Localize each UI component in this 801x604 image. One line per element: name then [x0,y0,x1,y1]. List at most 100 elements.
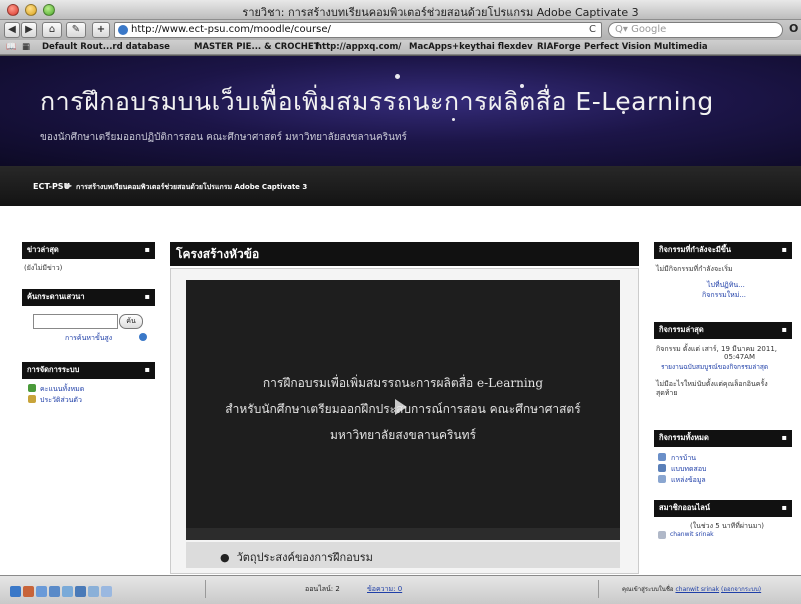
login-info: คุณเข้าสู่ระบบในชื่อ chanwit srinak (ออก… [622,584,761,594]
site-banner: การฝึกอบรมบนเว็บเพื่อเพิ่มสมรรถนะการผลิต… [0,56,801,166]
window-titlebar: รายวิชา: การสร้างบทเรียนคอมพิวเตอร์ช่วยส… [0,0,801,20]
recent-since-text: กิจกรรม ตั้งแต่ เสาร์, 19 มีนาคม 2011, [656,345,778,353]
advanced-search-link[interactable]: การค้นหาขั้นสูง [65,333,112,344]
banner-subtitle: ของนักศึกษาเตรียมออกปฏิบัติการสอน คณะศึก… [40,132,407,143]
resource-icon [658,475,666,483]
statusbar-divider [205,580,206,598]
bookmark-item[interactable]: http://appxq.com/ [316,40,401,54]
breadcrumb-separator-icon: ▶ [66,181,73,190]
admin-block-title: การจัดการระบบ [27,365,80,374]
recent-activity-header: กิจกรรมล่าสุด ▪ [654,322,792,339]
activity-item-quiz[interactable]: แบบทดสอบ [671,464,706,475]
help-icon[interactable] [139,333,147,341]
forum-search-input[interactable] [33,314,118,329]
login-prefix: คุณเข้าสู่ระบบในชื่อ [622,586,674,593]
all-activities-header: กิจกรรมทั้งหมด ▪ [654,430,792,447]
topic-outline-header: โครงสร้างหัวข้อ [170,242,639,266]
recent-since-time: 05:47AM [724,353,756,361]
addon-icon[interactable] [36,586,47,597]
forum-search-block-title: ค้นกระดานเสวนา [27,292,85,301]
breadcrumb: ECT-PSU ▶ การสร้างบทเรียนคอมพิวเตอร์ช่วย… [0,166,801,206]
bookmark-edit-button[interactable]: ✎ [66,22,86,38]
outline-item-text[interactable]: วัตถุประสงค์ของการฝึกอบรม [237,551,373,564]
browser-toolbar: ◀ ▶ ⌂ ✎ + http://www.ect-psu.com/moodle/… [0,20,801,40]
addon-icon[interactable] [75,586,86,597]
statusbar-addon-icons [10,582,114,597]
collapse-icon[interactable]: ▪ [145,362,150,378]
no-new-activity-text-2: สุดท้าย [656,389,678,397]
profile-icon [28,395,36,403]
addon-icon[interactable] [23,586,34,597]
add-bookmark-button[interactable]: + [92,22,110,38]
window-title: รายวิชา: การสร้างบทเรียนคอมพิวเตอร์ช่วยส… [242,6,639,19]
recent-activity-title: กิจกรรมล่าสุด [659,325,704,334]
activity-item-resource[interactable]: แหล่งข้อมูล [671,475,706,486]
new-event-link[interactable]: กิจกรรมใหม่... [702,290,746,301]
back-button[interactable]: ◀ [4,22,20,38]
bookmark-item[interactable]: MacApps+key [409,40,476,54]
zoom-window-button[interactable] [43,4,55,16]
breadcrumb-current: การสร้างบทเรียนคอมพิวเตอร์ช่วยสอนด้วยโปร… [76,183,308,191]
quiz-icon [658,464,666,472]
online-count: ออนไลน์: 2 [305,585,340,593]
messages-link[interactable]: ข้อความ: 0 [367,584,402,595]
online-users-header: สมาชิกออนไลน์ ▪ [654,500,792,517]
address-bar[interactable]: http://www.ect-psu.com/moodle/course/ C [114,22,602,38]
grades-icon [28,384,36,392]
collapse-icon[interactable]: ▪ [782,322,787,338]
addon-icon[interactable] [101,586,112,597]
collapse-icon[interactable]: ▪ [145,242,150,258]
forum-search-button[interactable]: ค้น [119,314,143,329]
reload-icon[interactable]: C [589,23,596,37]
bookmark-item[interactable]: Perfect Vision Multimedia [584,40,708,54]
google-search-input[interactable]: Q▾ Google [608,22,783,38]
bookmark-item[interactable]: thai flexdev [476,40,533,54]
news-block-header: ข่าวล่าสุด ▪ [22,242,155,259]
book-icon[interactable]: 📖 [6,40,17,54]
grid-icon[interactable]: ▦ [22,40,30,54]
browser-statusbar: ออนไลน์: 2 ข้อความ: 0 คุณเข้าสู่ระบบในชื… [0,575,801,604]
home-button[interactable]: ⌂ [42,22,62,38]
addon-icon[interactable] [88,586,99,597]
banner-title: การฝึกอบรมบนเว็บเพื่อเพิ่มสมรรถนะการผลิต… [40,87,714,116]
addon-icon[interactable] [62,586,73,597]
admin-item-profile[interactable]: ประวัติส่วนตัว [40,395,82,406]
collapse-icon[interactable]: ▪ [782,430,787,446]
admin-item-grades[interactable]: คะแนนทั้งหมด [40,384,84,395]
video-caption-line: มหาวิทยาลัยสงขลานครินทร์ [329,428,477,442]
online-user-link[interactable]: chanwit srinak [670,531,714,538]
upcoming-empty-text: ไม่มีกิจกรรมที่กำลังจะเริ่ม [656,265,733,273]
login-user-link[interactable]: chanwit srinak [675,586,719,593]
avatar [658,531,666,539]
statusbar-divider [598,580,599,598]
play-icon[interactable] [394,398,408,416]
bookmarks-bar: 📖 ▦ Default Rout...rd database MASTER PI… [0,40,801,55]
full-activity-report-link[interactable]: รายงานฉบับสมบูรณ์ของกิจกรรมล่าสุด [661,362,768,372]
logout-link[interactable]: (ออกจากระบบ) [721,586,761,593]
bookmark-item[interactable]: RIAForge [537,40,581,54]
forward-button[interactable]: ▶ [21,22,37,38]
toolbar-overflow-button[interactable]: O [789,22,798,35]
forum-search-block-header: ค้นกระดานเสวนา ▪ [22,289,155,306]
assignment-icon [658,453,666,461]
all-activities-title: กิจกรรมทั้งหมด [659,433,709,442]
close-window-button[interactable] [7,4,19,16]
collapse-icon[interactable]: ▪ [145,289,150,305]
breadcrumb-root-link[interactable]: ECT-PSU [33,182,70,191]
addon-icon[interactable] [49,586,60,597]
admin-block-header: การจัดการระบบ ▪ [22,362,155,379]
upcoming-events-title: กิจกรรมที่กำลังจะมีขึ้น [659,245,732,254]
collapse-icon[interactable]: ▪ [782,500,787,516]
collapse-icon[interactable]: ▪ [782,242,787,258]
video-control-bar[interactable] [186,528,620,540]
bookmark-item[interactable]: Default Rout...rd database [42,40,170,54]
upcoming-events-header: กิจกรรมที่กำลังจะมีขึ้น ▪ [654,242,792,259]
address-url: http://www.ect-psu.com/moodle/course/ [131,24,331,35]
activity-item-assignment[interactable]: การบ้าน [671,453,696,464]
news-block-title: ข่าวล่าสุด [27,245,59,254]
online-users-title: สมาชิกออนไลน์ [659,503,710,512]
bookmark-item[interactable]: MASTER PIE... & CROCHET [194,40,319,54]
addon-icon[interactable] [10,586,21,597]
minimize-window-button[interactable] [25,4,37,16]
banner-sparkle [395,74,400,79]
